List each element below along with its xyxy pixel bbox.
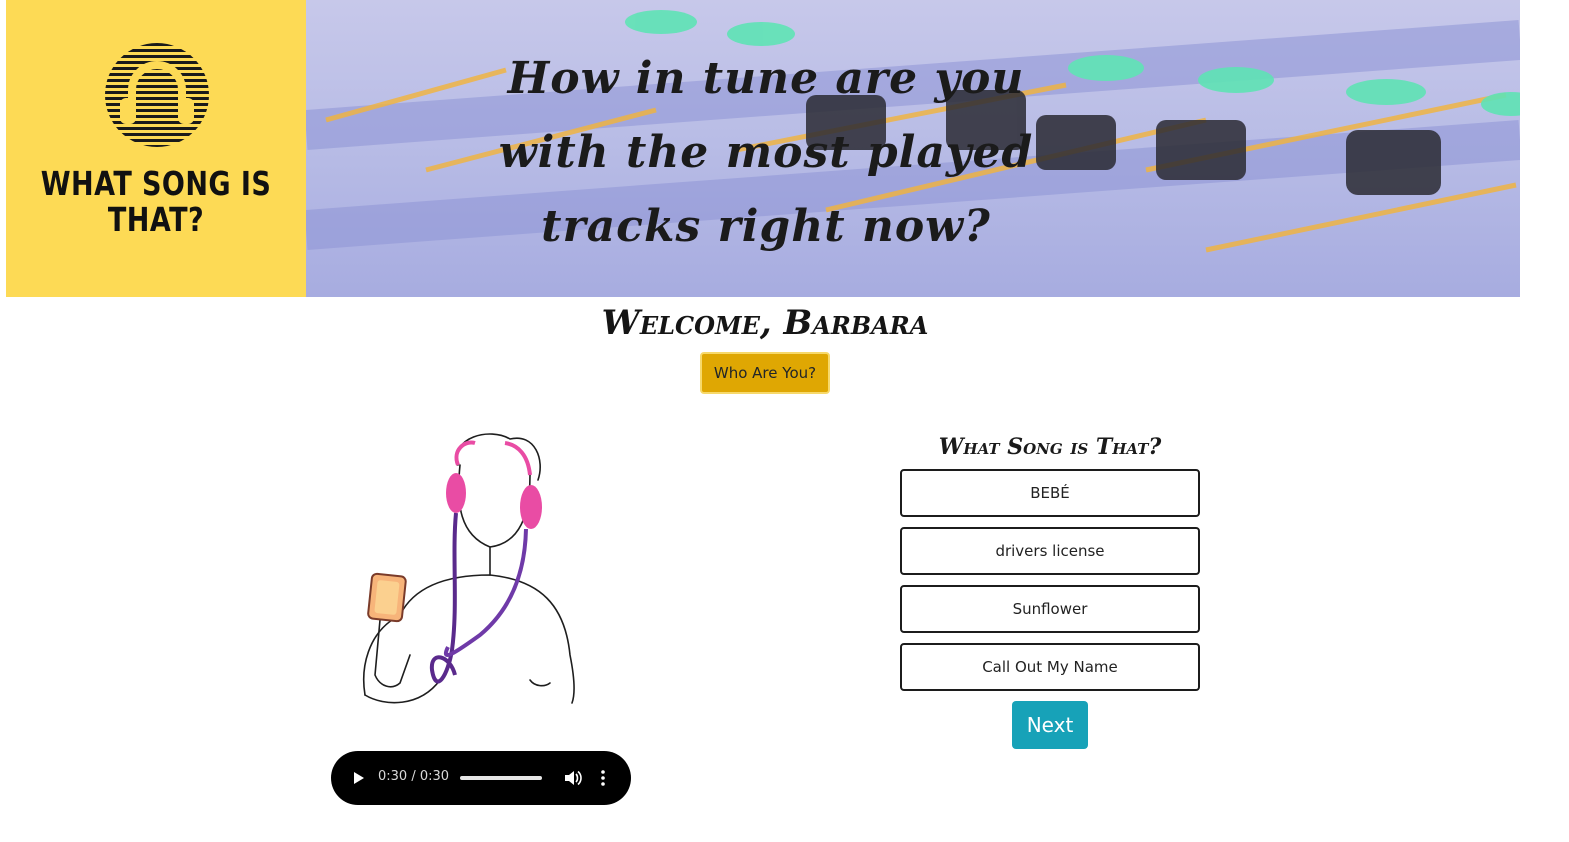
person-with-headphones-illustration: [362, 433, 575, 704]
answer-option[interactable]: drivers license: [900, 527, 1200, 575]
hero-banner: How in tune are you with the most played…: [306, 0, 1520, 297]
header: WHAT SONG IS THAT? How in tune are you w…: [6, 0, 1520, 297]
banner-headline: How in tune are you with the most played…: [498, 53, 1034, 252]
answer-option[interactable]: Call Out My Name: [900, 643, 1200, 691]
audio-player[interactable]: 0:30 / 0:30: [331, 751, 631, 805]
audio-time: 0:30 / 0:30: [378, 769, 450, 784]
play-icon[interactable]: [352, 770, 366, 786]
logo[interactable]: WHAT SONG IS THAT?: [6, 0, 306, 297]
logo-text: WHAT SONG IS THAT?: [40, 164, 272, 239]
answer-option[interactable]: Sunflower: [900, 585, 1200, 633]
welcome-heading: Welcome, Barbara: [601, 303, 929, 343]
audio-progress-slider[interactable]: [460, 776, 542, 780]
more-options-icon[interactable]: [599, 769, 607, 787]
answer-option[interactable]: BEBÉ: [900, 469, 1200, 517]
volume-icon[interactable]: [563, 769, 583, 787]
headphones-logo-icon: [105, 43, 209, 147]
next-button[interactable]: Next: [1012, 701, 1088, 749]
quiz-title: What Song is That?: [938, 434, 1162, 460]
who-are-you-button[interactable]: Who Are You?: [700, 352, 830, 394]
